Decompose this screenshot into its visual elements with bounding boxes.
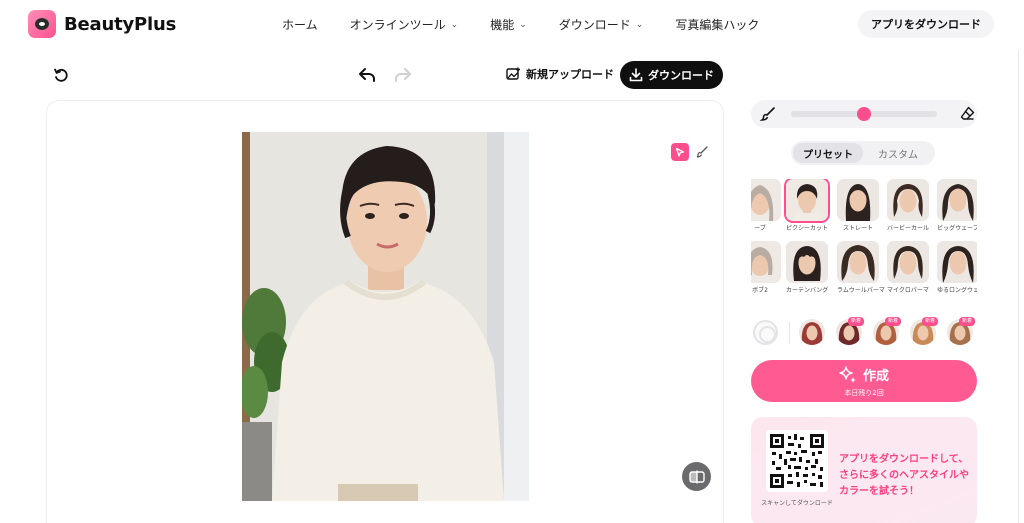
preset-name: マイクロパーマ	[887, 287, 929, 294]
preset-name: ピクシーカット	[786, 225, 829, 232]
new-upload-label: 新規アップロード	[526, 68, 614, 81]
hair-color-row: 新着 新着 新着 新着	[751, 317, 977, 348]
tab-custom[interactable]: カスタム	[863, 143, 933, 163]
brush-size-slider[interactable]	[791, 107, 937, 121]
preset-name: ーブ	[754, 225, 766, 232]
nav-item-photo-hacks[interactable]: 写真編集ハック	[675, 16, 759, 33]
remaining-count: 本日残り2回	[844, 389, 884, 397]
nav-item-download[interactable]: ダウンロード ⌄	[559, 16, 644, 33]
sparkle-icon	[839, 365, 856, 383]
hair-color-swatch[interactable]	[799, 319, 825, 345]
chevron-down-icon: ⌄	[635, 19, 644, 30]
nav-item-online-tools[interactable]: オンラインツール ⌄	[350, 16, 459, 33]
nav-item-features[interactable]: 機能 ⌄	[490, 16, 527, 33]
preset-thumbnail	[937, 241, 977, 283]
preset-name: ビッグウェーブ	[937, 225, 977, 232]
redo-icon[interactable]	[393, 66, 413, 84]
undo-icon[interactable]	[357, 66, 377, 84]
slider-thumb[interactable]	[857, 107, 871, 121]
preset-thumbnail	[937, 179, 977, 221]
preset-thumbnail	[751, 179, 781, 221]
portrait-photo	[242, 132, 529, 501]
preset-name: カーテンバング	[786, 287, 829, 294]
new-upload-button[interactable]: 新規アップロード	[506, 66, 614, 82]
top-header: BeautyPlus ホーム オンラインツール ⌄ 機能 ⌄ ダウンロード ⌄ …	[0, 0, 1024, 50]
no-color-icon[interactable]	[753, 320, 778, 345]
preset-name: ストレート	[842, 225, 873, 232]
preset-thumbnail	[786, 241, 828, 283]
qr-caption: スキャンしてダウンロード	[761, 500, 833, 507]
download-button[interactable]: ダウンロード	[620, 61, 723, 89]
preset-item[interactable]: ストレート	[837, 179, 879, 233]
brush-icon	[759, 106, 776, 126]
tab-preset[interactable]: プリセット	[793, 143, 863, 163]
eraser-icon[interactable]	[960, 106, 975, 125]
preset-thumbnail	[786, 179, 828, 221]
preset-thumbnail	[837, 179, 879, 221]
preset-custom-tabs: プリセット カスタム	[791, 141, 935, 165]
preset-item[interactable]: バービーカール	[887, 179, 929, 233]
chevron-down-icon: ⌄	[519, 19, 527, 30]
main-nav: ホーム オンラインツール ⌄ 機能 ⌄ ダウンロード ⌄ 写真編集ハック	[282, 16, 791, 33]
preset-item[interactable]: カーテンバング	[786, 241, 828, 295]
nav-item-label: オンラインツール	[349, 18, 446, 32]
create-button-main: 作成	[751, 365, 977, 384]
preset-thumbnail	[837, 241, 879, 283]
preset-item[interactable]: ピクシーカット	[786, 179, 828, 233]
nav-item-label: 機能	[490, 18, 515, 32]
preset-item[interactable]: ゆるロングウェーブ	[937, 241, 977, 295]
camera-logo-icon	[28, 10, 56, 38]
create-button[interactable]: 作成 本日残り2回	[751, 360, 977, 402]
page-scroll-edge	[1018, 50, 1019, 523]
preset-name: ラムウールパーマ	[837, 287, 885, 294]
nav-item-label: ダウンロード	[558, 18, 631, 32]
create-label: 作成	[862, 369, 889, 384]
preset-name: バービーカール	[887, 225, 930, 232]
brush-icon[interactable]	[693, 143, 711, 161]
new-badge: 新着	[885, 317, 902, 326]
canvas-panel	[47, 101, 723, 523]
preset-name: ゆるロングウェーブ	[937, 287, 977, 294]
cursor-icon[interactable]	[671, 143, 689, 161]
new-badge: 新着	[848, 317, 865, 326]
download-icon	[629, 68, 643, 82]
brush-size-bar	[751, 100, 977, 128]
preset-item[interactable]: ビッグウェーブ	[937, 179, 977, 233]
preset-item[interactable]: ラムウールパーマ	[837, 241, 885, 295]
divider	[789, 322, 790, 344]
qr-code	[766, 430, 828, 492]
nav-item-label: ホーム	[282, 18, 318, 32]
promo-text: アプリをダウンロードして、さらに多くのヘアスタイルやカラーを試そう！	[839, 454, 969, 497]
app-download-button[interactable]: アプリをダウンロード	[858, 10, 994, 38]
brand-name: BeautyPlus	[64, 13, 177, 35]
preset-item[interactable]: ボブ2	[751, 241, 781, 295]
hairstyle-preset-grid: ーブ ピクシーカット ストレート バービーカール ビッグウェーブ ボブ2 カーテ…	[751, 179, 977, 307]
brand-logo[interactable]: BeautyPlus	[28, 10, 176, 38]
preset-thumbnail	[751, 241, 781, 283]
reset-icon[interactable]	[52, 66, 70, 84]
image-plus-icon	[506, 67, 520, 80]
nav-item-home[interactable]: ホーム	[282, 16, 318, 33]
canvas-mode-toggle	[671, 143, 711, 161]
nav-item-label: 写真編集ハック	[675, 18, 760, 32]
preset-thumbnail	[887, 241, 929, 283]
preset-name: ボブ2	[752, 287, 768, 294]
download-label: ダウンロード	[648, 69, 714, 82]
new-badge: 新着	[959, 317, 976, 326]
chevron-down-icon: ⌄	[450, 19, 459, 30]
new-badge: 新着	[922, 317, 939, 326]
preset-thumbnail	[887, 179, 929, 221]
preset-item[interactable]: マイクロパーマ	[887, 241, 929, 295]
app-promo-card: スキャンしてダウンロード アプリをダウンロードして、さらに多くのヘアスタイルやカ…	[751, 417, 977, 523]
slider-fill	[791, 111, 864, 117]
preset-item[interactable]: ーブ	[751, 179, 781, 233]
compare-icon[interactable]	[682, 462, 711, 491]
